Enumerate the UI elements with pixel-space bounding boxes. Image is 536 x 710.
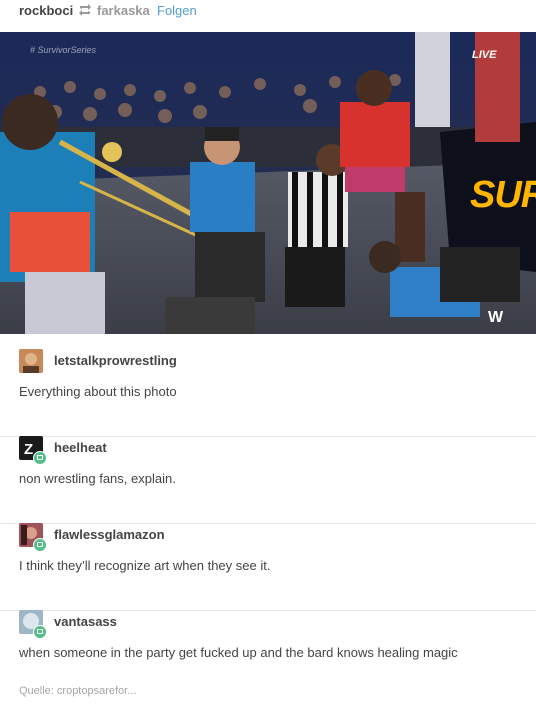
note-username[interactable]: heelheat xyxy=(54,440,107,455)
wrestling-photo: W xyxy=(0,32,536,334)
note-item: vantasass when someone in the party get … xyxy=(0,610,536,697)
source-link[interactable]: Quelle: croptopsarefor... xyxy=(19,685,136,697)
photo-watermark: # SurvivorSeries xyxy=(30,45,97,55)
post-header: rockboci farkaska Folgen xyxy=(0,0,536,32)
reblog-badge-icon xyxy=(33,625,47,639)
avatar[interactable] xyxy=(19,349,43,373)
post-photo[interactable]: W # SurvivorSeries LIVE SURV xyxy=(0,32,536,334)
note-text: non wrestling fans, explain. xyxy=(19,471,176,486)
note-item: Z heelheat non wrestling fans, explain. xyxy=(0,436,536,524)
event-banner-text: SURV xyxy=(470,174,536,216)
note-text: Everything about this photo xyxy=(19,384,177,399)
svg-text:Z: Z xyxy=(24,441,33,458)
avatar-image xyxy=(19,349,43,373)
blog-name-link[interactable]: rockboci xyxy=(19,3,73,18)
note-username[interactable]: flawlessglamazon xyxy=(54,527,165,542)
reblog-badge-icon xyxy=(33,538,47,552)
svg-text:W: W xyxy=(488,309,504,326)
follow-button[interactable]: Folgen xyxy=(157,3,197,18)
reblog-icon xyxy=(79,4,91,16)
reblog-badge-icon xyxy=(33,451,47,465)
note-text: I think they’ll recognize art when they … xyxy=(19,558,271,573)
note-item: flawlessglamazon I think they’ll recogni… xyxy=(0,523,536,611)
note-username[interactable]: vantasass xyxy=(54,614,117,629)
live-logo: LIVE xyxy=(472,49,497,61)
note-item: letstalkprowrestling Everything about th… xyxy=(0,349,536,437)
note-username[interactable]: letstalkprowrestling xyxy=(54,353,177,368)
note-text: when someone in the party get fucked up … xyxy=(19,645,458,660)
reblogged-from-link[interactable]: farkaska xyxy=(97,3,150,18)
